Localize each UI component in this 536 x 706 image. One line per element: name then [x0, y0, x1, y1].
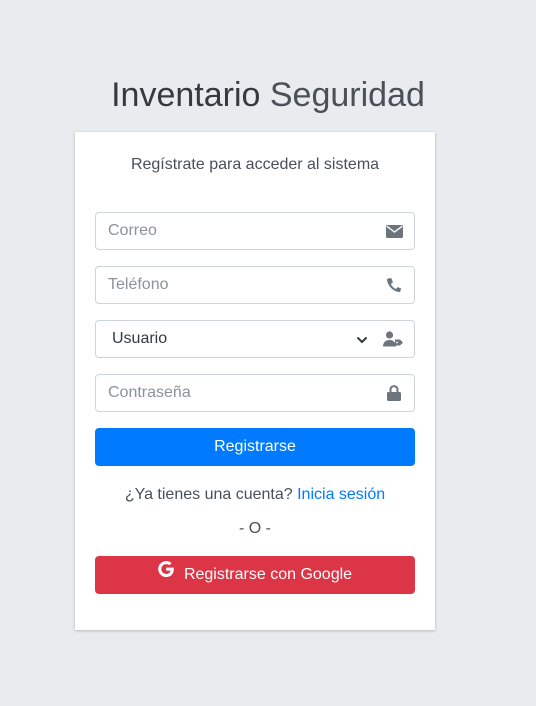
- brand-bold: Inventario: [111, 76, 261, 114]
- register-card: Regístrate para acceder al sistema Usuar…: [75, 132, 435, 630]
- brand-light: Seguridad: [269, 76, 425, 114]
- brand-title: Inventario Seguridad: [0, 74, 536, 116]
- login-prompt-text: ¿Ya tienes una cuenta?: [124, 486, 293, 503]
- google-icon: [158, 554, 174, 592]
- chevron-down-icon: [356, 333, 370, 345]
- login-prompt: ¿Ya tienes una cuenta? Inicia sesión: [75, 486, 435, 504]
- phone-field-group: [95, 266, 415, 304]
- google-register-label: Registrarse con Google: [183, 566, 353, 584]
- login-link[interactable]: Inicia sesión: [297, 486, 385, 503]
- role-select-value: Usuario: [112, 330, 168, 347]
- email-input[interactable]: [108, 213, 368, 249]
- phone-icon: [384, 276, 404, 294]
- email-field-group: [95, 212, 415, 250]
- password-input[interactable]: [108, 375, 368, 411]
- register-button[interactable]: Registrarse: [95, 428, 415, 466]
- separator: - O -: [239, 520, 271, 537]
- user-tag-icon: [382, 330, 404, 348]
- password-field-group: [95, 374, 415, 412]
- google-register-button[interactable]: Registrarse con Google: [95, 556, 415, 594]
- envelope-icon: [384, 222, 404, 240]
- role-select[interactable]: Usuario: [95, 320, 415, 358]
- phone-input[interactable]: [108, 267, 368, 303]
- card-subtitle: Regístrate para acceder al sistema: [130, 156, 380, 173]
- lock-icon: [384, 384, 404, 402]
